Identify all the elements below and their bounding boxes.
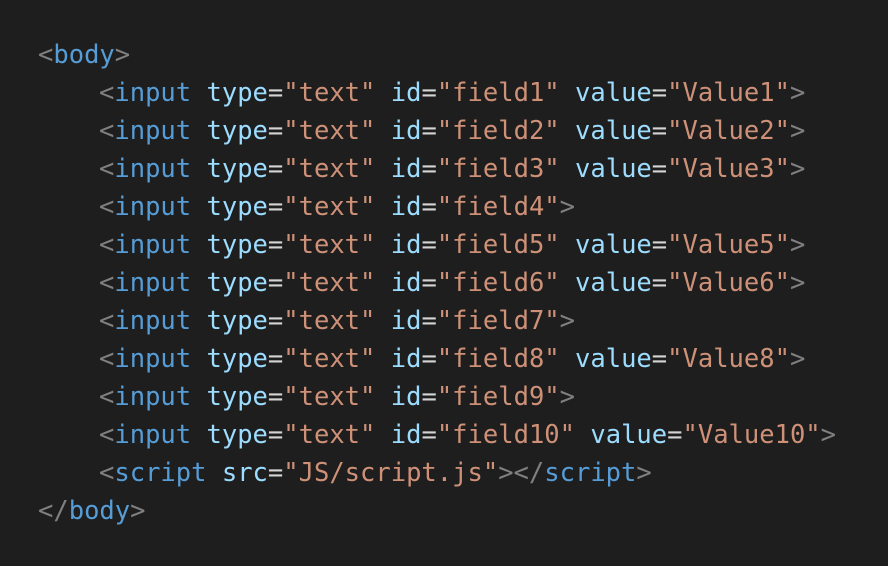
attr-value: "field1" <box>436 78 560 108</box>
tag-name: input <box>114 116 192 146</box>
tag-name: script <box>544 458 637 488</box>
attr-name: type <box>206 344 268 374</box>
attr-name: type <box>206 154 268 184</box>
attr-name: type <box>206 78 268 108</box>
attr-value: "text" <box>283 420 376 450</box>
attr-name: id <box>390 230 422 260</box>
tag-name: input <box>114 230 192 260</box>
attr-value: "field5" <box>436 230 560 260</box>
attr-name: value <box>575 78 652 108</box>
attr-value: "field10" <box>436 420 575 450</box>
attr-name: id <box>390 78 422 108</box>
code-line-input: <input type="text" id="field6" value="Va… <box>99 268 806 298</box>
attr-name: value <box>575 344 652 374</box>
code-line-input: <input type="text" id="field8" value="Va… <box>99 344 806 374</box>
attr-value: "text" <box>283 382 376 412</box>
attr-name: type <box>206 230 268 260</box>
attr-name: src <box>221 458 268 488</box>
attr-value: "field4" <box>436 192 560 222</box>
tag-name: body <box>68 496 131 526</box>
attr-value: "Value8" <box>667 344 790 374</box>
code-line-body-close: </body> <box>38 496 146 526</box>
attr-value: "Value5" <box>667 230 790 260</box>
tag-name: input <box>114 306 192 336</box>
code-line-body-open: <body> <box>38 40 131 70</box>
tag-name: script <box>114 458 207 488</box>
attr-name: value <box>575 116 652 146</box>
attr-name: value <box>575 268 652 298</box>
attr-name: id <box>390 268 422 298</box>
attr-value: "text" <box>283 344 376 374</box>
code-line-input: <input type="text" id="field1" value="Va… <box>99 78 806 108</box>
attr-value: "text" <box>283 268 376 298</box>
attr-value: "field3" <box>436 154 560 184</box>
attr-name: id <box>390 192 422 222</box>
attr-value: "text" <box>283 116 376 146</box>
attr-name: value <box>575 230 652 260</box>
attr-value: "text" <box>283 192 376 222</box>
attr-value: "text" <box>283 230 376 260</box>
attr-name: type <box>206 116 268 146</box>
tag-name: input <box>114 78 192 108</box>
attr-name: type <box>206 420 268 450</box>
attr-value: "text" <box>283 78 376 108</box>
attr-name: id <box>390 116 422 146</box>
tag-name: input <box>114 268 192 298</box>
attr-name: value <box>590 420 668 450</box>
attr-value: "field6" <box>436 268 560 298</box>
attr-value: "text" <box>283 154 376 184</box>
attr-name: id <box>390 306 422 336</box>
tag-name: input <box>114 420 192 450</box>
attr-value: "field7" <box>436 306 560 336</box>
attr-name: id <box>390 420 422 450</box>
tag-name: input <box>114 382 192 412</box>
tag-name: input <box>114 344 192 374</box>
tag-name: input <box>114 192 192 222</box>
attr-value: "Value3" <box>667 154 790 184</box>
attr-value: "field9" <box>436 382 560 412</box>
attr-name: type <box>206 306 268 336</box>
attr-value: "field2" <box>436 116 560 146</box>
attr-value: "JS/script.js" <box>283 458 499 488</box>
attr-value: "text" <box>283 306 376 336</box>
attr-name: id <box>390 344 422 374</box>
attr-value: "Value1" <box>667 78 790 108</box>
code-line-input: <input type="text" id="field7"> <box>99 306 576 336</box>
attr-name: type <box>206 268 268 298</box>
attr-name: type <box>206 382 268 412</box>
code-line-input: <input type="text" id="field2" value="Va… <box>99 116 806 146</box>
tag-name: body <box>53 40 115 70</box>
attr-value: "field8" <box>436 344 560 374</box>
code-line-input: <input type="text" id="field3" value="Va… <box>99 154 806 184</box>
attr-name: value <box>575 154 652 184</box>
attr-name: type <box>206 192 268 222</box>
tag-name: input <box>114 154 192 184</box>
attr-value: "Value6" <box>667 268 790 298</box>
attr-value: "Value10" <box>682 420 821 450</box>
attr-name: id <box>390 154 422 184</box>
attr-name: id <box>390 382 422 412</box>
code-editor[interactable]: <body> <input type="text" id="field1" val… <box>38 36 836 530</box>
attr-value: "Value2" <box>667 116 790 146</box>
code-line-script: <script src="JS/script.js"></script> <box>99 458 652 488</box>
code-line-input: <input type="text" id="field4"> <box>99 192 576 222</box>
code-line-input: <input type="text" id="field5" value="Va… <box>99 230 806 260</box>
code-line-input: <input type="text" id="field9"> <box>99 382 576 412</box>
code-line-input: <input type="text" id="field10" value="V… <box>99 420 837 450</box>
